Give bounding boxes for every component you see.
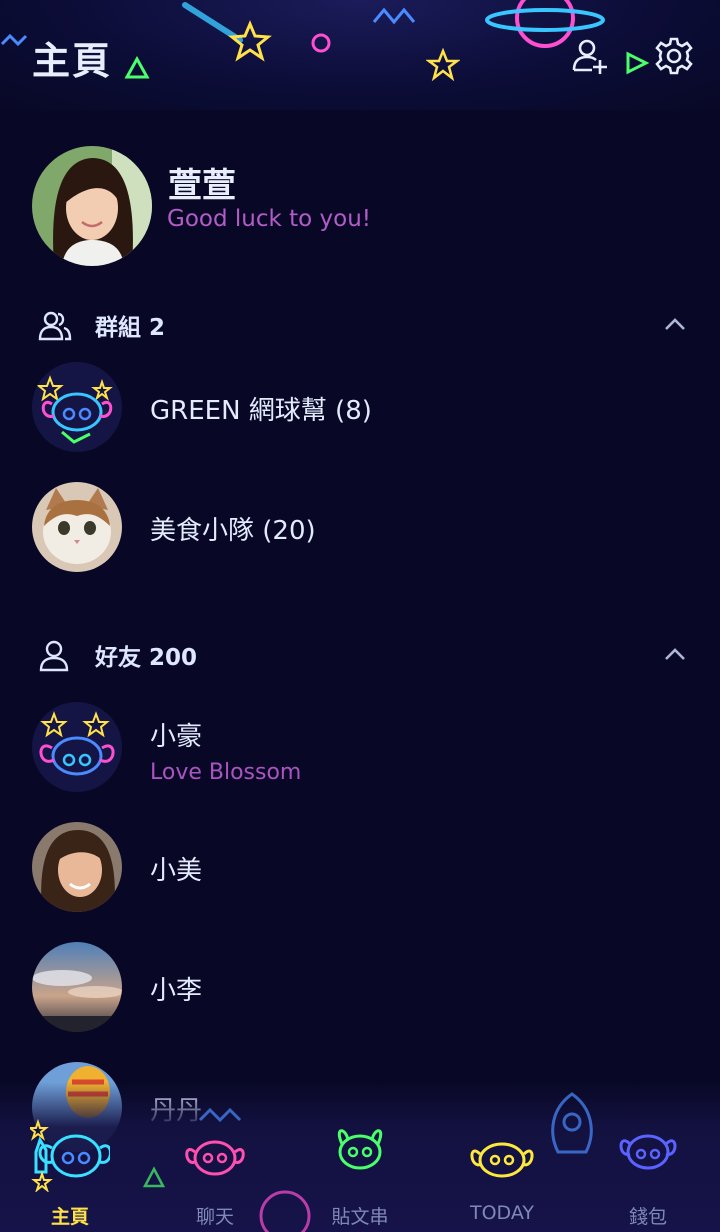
group-name: GREEN 網球幫 (8) (150, 396, 372, 426)
tab-timeline[interactable]: 貼文串 (290, 1082, 430, 1232)
friend-row[interactable]: 小李 (0, 932, 720, 1042)
profile-avatar[interactable] (32, 146, 152, 266)
profile-status-message: Good luck to you! (167, 206, 372, 232)
friend-name: 小美 (150, 856, 203, 886)
zigzag-decoration (372, 7, 416, 25)
group-icon (38, 311, 72, 341)
friends-section-header[interactable]: 好友 200 (0, 624, 720, 684)
profile-name: 萱萱 (168, 166, 236, 206)
add-friend-icon (572, 39, 607, 74)
friend-name: 小豪 (150, 722, 203, 752)
zigzag-decoration (0, 33, 28, 47)
chevron-up-icon[interactable] (662, 312, 688, 338)
my-profile[interactable]: 萱萱 Good luck to you! (0, 140, 720, 270)
stitch-neon-avatar (32, 362, 122, 452)
friend-name: 小李 (150, 976, 203, 1006)
tab-label: 錢包 (628, 1206, 667, 1228)
tab-chats[interactable]: 聊天 (145, 1082, 285, 1232)
group-name: 美食小隊 (20) (150, 516, 316, 546)
tab-wallet[interactable]: 錢包 (578, 1082, 718, 1232)
friends-section-label: 好友 200 (95, 645, 198, 671)
triangle-decoration (124, 56, 150, 79)
woman-photo-avatar (32, 822, 122, 912)
person-icon (39, 640, 69, 672)
add-friend-button[interactable] (570, 36, 610, 76)
tab-home[interactable]: 主頁 (0, 1082, 140, 1232)
friend-status-message: Love Blossom (150, 760, 302, 785)
cat-photo-avatar (32, 482, 122, 572)
settings-button[interactable] (654, 36, 694, 76)
stitch-neon-icon (337, 1129, 383, 1170)
tab-today[interactable]: TODAY (432, 1082, 572, 1232)
header-bar: 主頁 (0, 0, 720, 110)
stitch-neon-icon (470, 1142, 534, 1178)
page-title: 主頁 (32, 39, 113, 83)
groups-section-label: 群組 2 (95, 315, 166, 341)
sky-photo-avatar (32, 942, 122, 1032)
stitch-neon-icon (619, 1134, 677, 1170)
groups-section-header[interactable]: 群組 2 (0, 294, 720, 354)
friend-row[interactable]: 小美 (0, 812, 720, 922)
ring-decoration (311, 33, 331, 53)
stitch-thumbs-up-icon (30, 1118, 110, 1192)
tab-label: 主頁 (50, 1206, 89, 1228)
friend-row[interactable]: 小豪 Love Blossom (0, 692, 720, 802)
group-row[interactable]: GREEN 網球幫 (8) (0, 352, 720, 462)
group-row[interactable]: 美食小隊 (20) (0, 472, 720, 582)
tab-label: 聊天 (195, 1206, 234, 1228)
tab-label: 貼文串 (331, 1206, 389, 1228)
triangle-decoration (626, 51, 650, 75)
tab-label: TODAY (470, 1202, 534, 1224)
stitch-neon-avatar (32, 702, 122, 792)
chevron-up-icon[interactable] (662, 642, 688, 668)
bottom-tab-bar: 主頁 聊天 貼文串 TODAY 錢包 (0, 1082, 720, 1232)
settings-icon (655, 37, 693, 75)
star-decoration (426, 48, 460, 82)
stitch-neon-icon (185, 1140, 245, 1176)
shooting-star-decoration (182, 2, 272, 62)
